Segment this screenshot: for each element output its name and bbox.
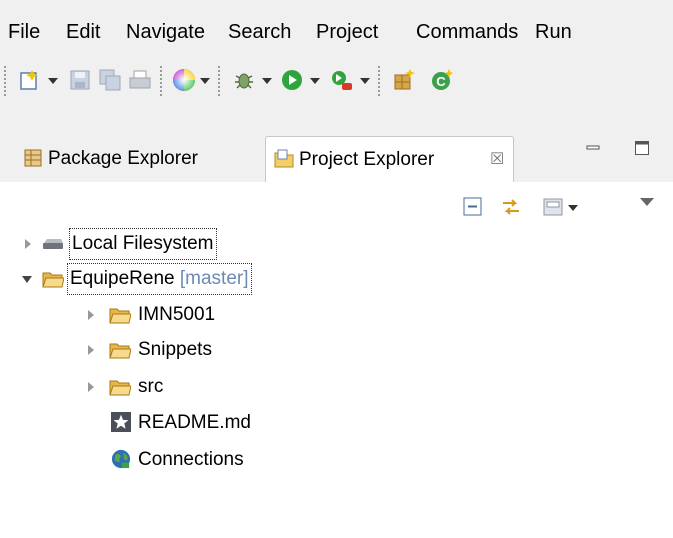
new-class-icon[interactable]: C — [430, 68, 454, 92]
menu-bar: File Edit Navigate Search Project Comman… — [0, 0, 673, 52]
menu-navigate[interactable]: Navigate — [126, 20, 205, 44]
menu-edit[interactable]: Edit — [66, 20, 100, 44]
tab-label: Package Explorer — [48, 148, 198, 169]
toolbar-grip[interactable] — [4, 66, 6, 96]
collapse-icon[interactable] — [22, 276, 32, 283]
expand-icon[interactable] — [88, 310, 94, 320]
expand-icon[interactable] — [88, 382, 94, 392]
tab-project-explorer[interactable]: Project Explorer ☒ — [265, 136, 514, 183]
run-dropdown-arrow[interactable] — [310, 78, 320, 84]
menu-search[interactable]: Search — [228, 20, 291, 44]
tree-item-local-filesystem[interactable]: Local Filesystem — [0, 228, 300, 260]
menu-file[interactable]: File — [8, 20, 40, 44]
maximize-icon[interactable] — [634, 140, 650, 156]
color-wheel-icon[interactable] — [172, 68, 196, 92]
expand-icon[interactable] — [25, 239, 31, 249]
menu-project[interactable]: Project — [316, 20, 378, 44]
menu-run[interactable]: Run — [535, 20, 572, 44]
folder-icon — [109, 343, 131, 359]
filters-icon[interactable] — [542, 196, 564, 218]
collapse-all-icon[interactable] — [462, 196, 484, 218]
hard-drive-icon — [43, 239, 63, 249]
svg-text:C: C — [436, 74, 446, 89]
expand-icon[interactable] — [88, 345, 94, 355]
tree-item-connections[interactable]: Connections — [0, 445, 300, 475]
tree-item-project[interactable]: EquipeRene [master] — [0, 263, 340, 295]
save-all-icon[interactable] — [98, 68, 122, 92]
close-tab-icon[interactable]: ☒ — [490, 137, 504, 183]
tree-item-folder[interactable]: src — [0, 372, 300, 402]
toolbar-separator — [160, 66, 162, 96]
tab-label: Project Explorer — [299, 149, 435, 170]
project-explorer-view: Local Filesystem EquipeRene [master] IMN… — [0, 182, 673, 538]
new-icon[interactable] — [18, 68, 42, 92]
tree-item-label: README.md — [138, 412, 251, 433]
toolbar-separator — [378, 66, 380, 96]
tree-item-file[interactable]: README.md — [0, 408, 300, 438]
run-icon[interactable] — [280, 68, 304, 92]
new-package-icon[interactable] — [392, 68, 416, 92]
minimize-icon[interactable] — [585, 140, 601, 156]
color-dropdown-arrow[interactable] — [200, 78, 210, 84]
tree-item-folder[interactable]: IMN5001 — [0, 300, 300, 330]
menu-commands[interactable]: Commands — [416, 20, 518, 44]
tab-package-explorer[interactable]: Package Explorer — [15, 136, 263, 182]
tree-item-label: src — [138, 376, 164, 397]
tree-item-folder[interactable]: Snippets — [0, 335, 300, 365]
external-tools-icon[interactable] — [330, 68, 354, 92]
filters-dropdown-arrow[interactable] — [568, 205, 578, 211]
view-tab-bar: Package Explorer Project Explorer ☒ — [0, 110, 673, 183]
folder-icon — [109, 380, 131, 396]
tree-item-label: Connections — [138, 449, 244, 470]
tree-item-label: IMN5001 — [138, 304, 216, 325]
debug-dropdown-arrow[interactable] — [262, 78, 272, 84]
tree-project-label: EquipeRene [master] — [67, 263, 252, 295]
package-explorer-icon — [24, 149, 42, 167]
print-icon[interactable] — [128, 68, 152, 92]
external-tools-dropdown-arrow[interactable] — [360, 78, 370, 84]
view-menu-icon[interactable] — [640, 198, 654, 206]
save-icon[interactable] — [68, 68, 92, 92]
markdown-file-icon — [111, 412, 131, 432]
project-explorer-icon — [274, 149, 294, 168]
tree-item-label: Snippets — [138, 339, 212, 360]
project-folder-icon — [42, 272, 64, 288]
main-toolbar: C — [0, 52, 673, 110]
git-branch-decoration: [master] — [179, 268, 249, 289]
tree-item-label: Local Filesystem — [69, 228, 217, 260]
new-dropdown-arrow[interactable] — [48, 78, 58, 84]
debug-icon[interactable] — [232, 68, 256, 92]
link-with-editor-icon[interactable] — [500, 196, 522, 218]
globe-icon — [111, 449, 131, 469]
toolbar-separator — [218, 66, 220, 96]
project-name: EquipeRene — [70, 268, 175, 289]
folder-icon — [109, 308, 131, 324]
